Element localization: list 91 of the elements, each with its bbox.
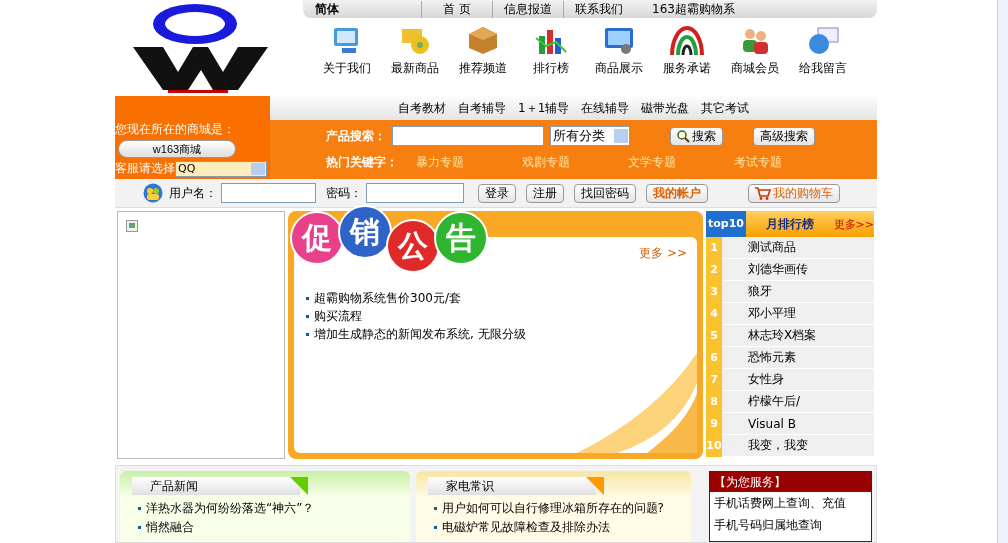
news-link[interactable]: 用户如何可以自行修理冰箱所存在的问题? [415, 499, 692, 518]
hot-keywords-label: 热门关键字： [326, 153, 392, 171]
search-field[interactable] [392, 126, 544, 146]
title-ball: 告 [434, 211, 488, 265]
product-name: 测试商品 [748, 239, 796, 256]
username-label: 用户名： [169, 184, 217, 202]
cart-icon [755, 186, 771, 200]
service-title: 【为您服务】 [710, 472, 871, 492]
ranking-row[interactable]: 2 刘德华画传 [706, 259, 874, 281]
username-field[interactable] [221, 183, 316, 203]
ranking-row[interactable]: 5 林志玲X档案 [706, 325, 874, 347]
rainbow-icon [670, 24, 704, 56]
category-link[interactable]: 自考教材 [398, 99, 446, 117]
service-link[interactable]: 手机号码归属地查询 [710, 514, 871, 536]
nav-link[interactable]: 首 页 [421, 0, 492, 18]
package-icon [466, 24, 500, 56]
announcement-link[interactable]: 增加生成静态的新闻发布系统, 无限分级 [306, 325, 697, 343]
rank-number: 6 [706, 346, 722, 369]
rank-number: 5 [706, 324, 722, 347]
rank-number: 7 [706, 368, 722, 391]
nav-icon-link[interactable]: 推荐频道 [449, 24, 517, 77]
product-name: 恐怖元素 [748, 349, 796, 366]
rank-number: 4 [706, 302, 722, 325]
product-name: 林志玲X档案 [748, 327, 817, 344]
nav-icon-link[interactable]: 给我留言 [789, 24, 857, 77]
service-dropdown[interactable]: QQ [175, 160, 267, 177]
nav-link[interactable]: 联系我们 [563, 0, 634, 18]
search-button[interactable]: 搜索 [670, 126, 723, 146]
broken-image-icon [126, 220, 138, 232]
nav-icon-link[interactable]: 商品展示 [585, 24, 653, 77]
product-name: Visual B [748, 416, 796, 431]
service-label: 客服请选择 [115, 160, 175, 177]
mall-button[interactable]: w163商城 [118, 140, 236, 158]
rank-number: 10 [706, 434, 722, 457]
ranking-row[interactable]: 3 狼牙 [706, 281, 874, 303]
news-title: 家电常识 [445, 477, 494, 495]
rank-number: 8 [706, 390, 722, 413]
nav-link[interactable]: 信息报道 [492, 0, 563, 18]
news-link[interactable]: 电磁炉常见故障检查及排除办法 [415, 518, 692, 537]
password-label: 密码： [326, 184, 362, 202]
nav-icon-link[interactable]: 商城会员 [721, 24, 789, 77]
top-badge: top10 [706, 211, 746, 237]
rank-number: 1 [706, 236, 722, 259]
login-bar-button[interactable]: 注册 [526, 183, 564, 203]
ranking-row[interactable]: 4 邓小平理 [706, 303, 874, 325]
nav-icon-link[interactable]: 关于我们 [313, 24, 381, 77]
rank-number: 2 [706, 258, 722, 281]
rank-number: 3 [706, 280, 722, 303]
category-link[interactable]: 在线辅导 [581, 99, 630, 117]
rank-number: 9 [706, 412, 722, 435]
password-field[interactable] [366, 183, 464, 203]
product-name: 狼牙 [748, 283, 772, 300]
service-link[interactable]: 手机话费网上查询、充值 [710, 492, 871, 514]
mall-label: 您现在所在的商城是： [115, 121, 236, 138]
search-label: 产品搜索： [326, 127, 387, 145]
more-link[interactable]: 更多 >> [639, 245, 687, 262]
news-title: 产品新闻 [150, 477, 198, 495]
category-link[interactable]: 1＋1辅导 [518, 99, 570, 117]
nav-icon-link[interactable]: 服务承诺 [653, 24, 721, 77]
product-name: 邓小平理 [748, 305, 796, 322]
language-label: 简体 [314, 0, 340, 18]
title-ball: 促 [290, 211, 344, 265]
category-link[interactable]: 磁带光盘 [641, 99, 690, 117]
news-link[interactable]: 悄然融合 [120, 518, 410, 537]
advanced-search-button[interactable]: 高级搜索 [753, 126, 815, 146]
nav-icon-link[interactable]: 最新商品 [381, 24, 449, 77]
ranking-title: 月排行榜 [766, 215, 814, 233]
login-bar-button[interactable]: 找回密码 [574, 183, 636, 203]
announcement-link[interactable]: 超霸购物系统售价300元/套 [306, 289, 697, 307]
category-dropdown[interactable]: 所有分类 [550, 126, 630, 146]
ranking-row[interactable]: 7 女性身 [706, 369, 874, 391]
product-name: 女性身 [748, 371, 784, 388]
product-name: 柠檬午后/ [748, 393, 801, 410]
nav-icon-link[interactable]: 排行榜 [517, 24, 585, 77]
search-icon [677, 129, 690, 143]
product-name: 我变，我变 [748, 437, 808, 454]
marquee-text: 163超霸购物系 [652, 0, 736, 18]
ranking-row[interactable]: 6 恐怖元素 [706, 347, 874, 369]
announcement-link[interactable]: 购买流程 [306, 307, 697, 325]
ranking-row[interactable]: 10 我变，我变 [706, 435, 874, 457]
title-ball: 公 [386, 219, 440, 273]
users-icon [143, 183, 163, 203]
ranking-row[interactable]: 1 测试商品 [706, 237, 874, 259]
ranking-row[interactable]: 9 Visual B [706, 413, 874, 435]
category-link[interactable]: 其它考试 [701, 99, 750, 117]
category-link[interactable]: 自考辅导 [458, 99, 506, 117]
ranking-row[interactable]: 8 柠檬午后/ [706, 391, 874, 413]
login-bar-button[interactable]: 登录 [478, 183, 516, 203]
title-ball: 销 [338, 205, 392, 259]
product-name: 刘德华画传 [748, 261, 808, 278]
news-link[interactable]: 洋热水器为何纷纷落选“神六”？ [120, 499, 410, 518]
